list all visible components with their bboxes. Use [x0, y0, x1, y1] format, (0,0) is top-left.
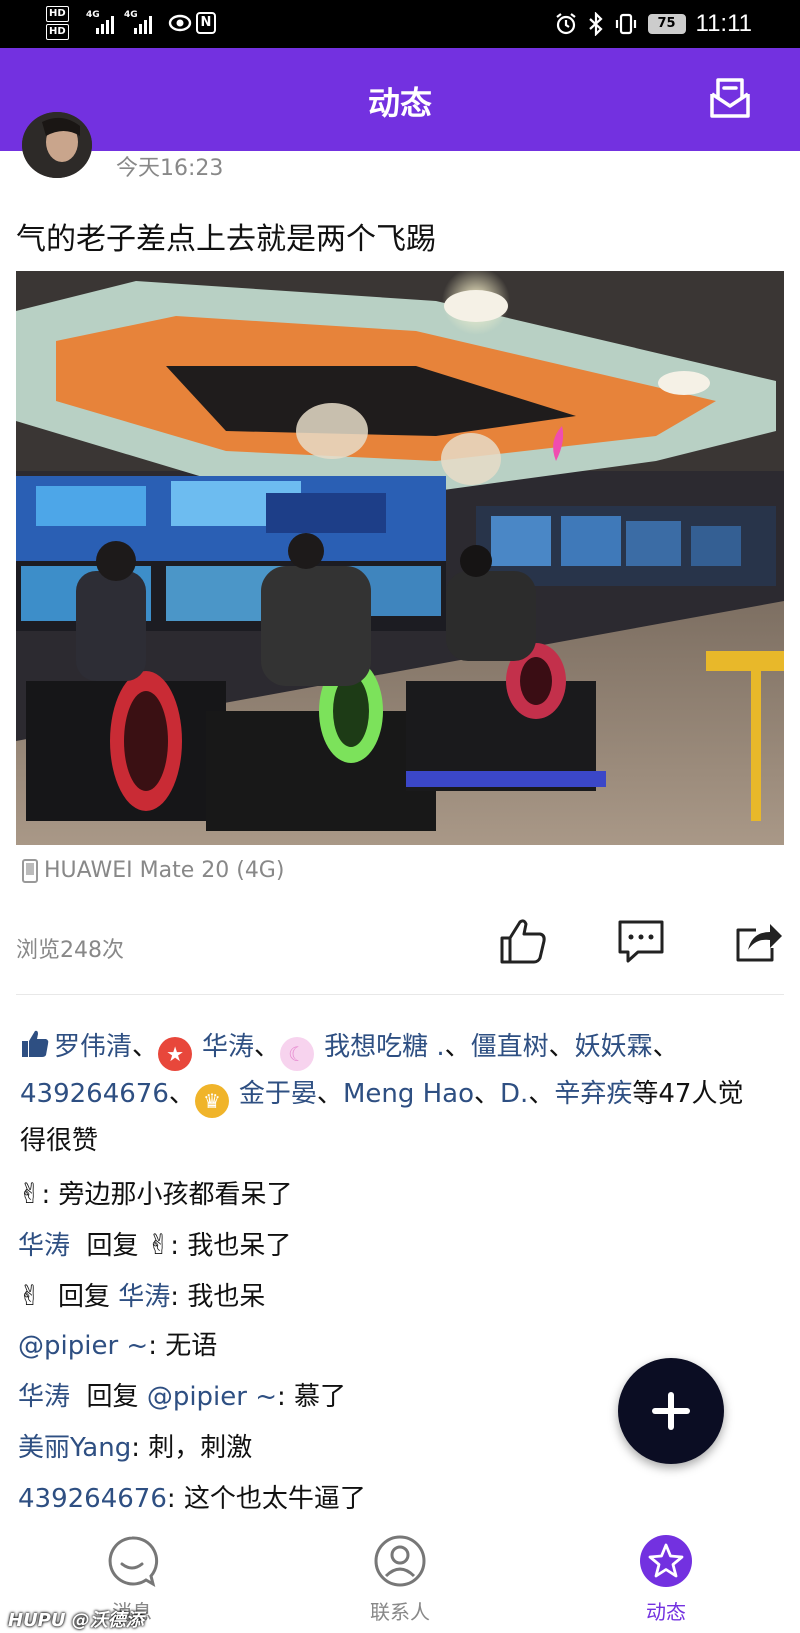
liker-name[interactable]: 辛弃疾 [554, 1079, 632, 1109]
tab-label: 动态 [646, 1600, 686, 1624]
battery-icon: 75 [647, 14, 686, 34]
post-photo[interactable] [16, 271, 784, 845]
phone-icon [22, 858, 38, 883]
commenter-name[interactable]: 439264676 [18, 1484, 167, 1514]
clock: 11:11 [695, 10, 753, 37]
liker-name[interactable]: 妖妖霖 [575, 1032, 653, 1062]
liker-name[interactable]: 僵直树 [471, 1032, 549, 1062]
comment-item[interactable]: 华涛 回复 @pipier ~: 慕了 [18, 1372, 618, 1423]
commenter-emoji[interactable]: ✌ [18, 1279, 41, 1312]
network-type-1: 4G [86, 10, 100, 20]
commenter-name[interactable]: 华涛 [18, 1382, 70, 1412]
liker-name[interactable]: 罗伟清 [54, 1032, 132, 1062]
device-info: HUAWEI Mate 20 (4G) [22, 858, 284, 883]
app-header: 动态 [0, 48, 800, 151]
envelope-icon[interactable] [706, 74, 754, 122]
separator: 、 [316, 1079, 343, 1109]
reply-word: 回复 [86, 1382, 139, 1412]
liker-name[interactable]: 华涛 [202, 1032, 254, 1062]
liker-name[interactable]: 我想吃糖 . [324, 1032, 445, 1062]
separator: 、 [548, 1032, 575, 1062]
star-badge-icon: ★ [158, 1037, 193, 1071]
comment-item[interactable]: 439264676: 这个也太牛逼了 [18, 1474, 618, 1525]
post-text: 气的老子差点上去就是两个飞踢 [16, 222, 436, 257]
likes-list: 罗伟清、 ★ 华涛、 ☾ 我想吃糖 .、僵直树、妖妖霖、 439264676、 ♛ 金于晏、M… [20, 1024, 784, 1164]
comment-item[interactable]: @pipier ~: 无语 [18, 1321, 618, 1372]
liker-name[interactable]: 439264676 [20, 1079, 169, 1109]
likes-summary-b: 得很赞 [20, 1126, 99, 1156]
like-thumb-icon [22, 1030, 49, 1057]
status-bar: HD HD 4G 4G N 75 11:11 [0, 0, 800, 48]
divider [16, 994, 784, 995]
liker-name[interactable]: Meng Hao [343, 1079, 474, 1109]
tab-moments[interactable]: 动态 [606, 1534, 726, 1625]
comment-text: : 旁边那小孩都看呆了 [41, 1180, 293, 1210]
star-icon [640, 1535, 692, 1587]
hd-badge-2: HD [46, 24, 69, 40]
share-icon[interactable] [734, 916, 784, 966]
separator: 、 [254, 1032, 281, 1062]
alarm-icon [555, 13, 576, 35]
bluetooth-icon [588, 12, 603, 36]
arcade-photo-image [16, 271, 784, 845]
hd-badge-1: HD [46, 6, 69, 22]
comment-text: : 这个也太牛逼了 [166, 1484, 366, 1514]
liker-name[interactable]: D. [500, 1079, 528, 1109]
network-type-2: 4G [124, 10, 138, 20]
avatar[interactable] [22, 112, 92, 178]
tab-contacts[interactable]: 联系人 [340, 1534, 460, 1625]
separator: 、 [652, 1032, 679, 1062]
reply-target[interactable]: @pipier ~ [147, 1382, 277, 1412]
person-icon [374, 1535, 426, 1587]
chat-smile-icon [108, 1536, 159, 1588]
comment-icon[interactable] [616, 916, 666, 966]
reply-word: 回复 [86, 1231, 139, 1261]
comment-list: ✌: 旁边那小孩都看呆了 华涛 回复 ✌: 我也呆了 ✌ 回复 华涛: 我也呆 … [18, 1168, 618, 1525]
separator: 、 [474, 1079, 501, 1109]
commenter-name[interactable]: 华涛 [18, 1231, 70, 1261]
signal-2-icon: 4G [124, 10, 158, 34]
eye-icon [168, 14, 192, 32]
vibrate-icon [615, 13, 636, 35]
commenter-name[interactable]: 美丽Yang [18, 1433, 131, 1463]
separator: 、 [168, 1079, 195, 1109]
comment-text: : 无语 [148, 1331, 218, 1361]
comment-item[interactable]: 美丽Yang: 刺，刺激 [18, 1423, 618, 1474]
comment-text: : 我也呆了 [170, 1231, 292, 1261]
separator: 、 [132, 1032, 159, 1062]
page-title: 动态 [367, 85, 432, 121]
crown-badge-icon: ♛ [194, 1084, 229, 1118]
signal-1-icon: 4G [86, 10, 118, 34]
post-timestamp: 今天16:23 [116, 156, 224, 181]
separator: 、 [528, 1079, 555, 1109]
reply-word: 回复 [58, 1282, 111, 1312]
liker-name[interactable]: 金于晏 [239, 1079, 317, 1109]
moon-badge-icon: ☾ [280, 1037, 315, 1071]
separator: 、 [444, 1032, 471, 1062]
nfc-icon: N [196, 12, 216, 34]
watermark: HUPU @沃德添 [8, 1610, 144, 1631]
hd-indicator: HD HD [46, 6, 69, 42]
tab-label: 联系人 [370, 1600, 430, 1624]
commenter-emoji[interactable]: ✌ [18, 1177, 41, 1210]
add-post-button[interactable] [618, 1358, 724, 1464]
commenter-name[interactable]: @pipier ~ [18, 1331, 148, 1361]
comment-item[interactable]: ✌: 旁边那小孩都看呆了 [18, 1168, 618, 1219]
reply-target[interactable]: 华涛 [118, 1282, 170, 1312]
device-label: HUAWEI Mate 20 (4G) [44, 858, 285, 883]
comment-item[interactable]: 华涛 回复 ✌: 我也呆了 [18, 1219, 618, 1270]
comment-item[interactable]: ✌ 回复 华涛: 我也呆 [18, 1270, 618, 1321]
like-icon[interactable] [498, 916, 548, 966]
comment-text: : 刺，刺激 [131, 1433, 253, 1463]
comment-text: : 我也呆 [170, 1282, 266, 1312]
view-count: 浏览248次 [16, 938, 124, 963]
likes-summary-a: 等47人觉 [632, 1079, 744, 1109]
reply-target[interactable]: ✌ [147, 1228, 170, 1261]
comment-text: : 慕了 [277, 1382, 347, 1412]
